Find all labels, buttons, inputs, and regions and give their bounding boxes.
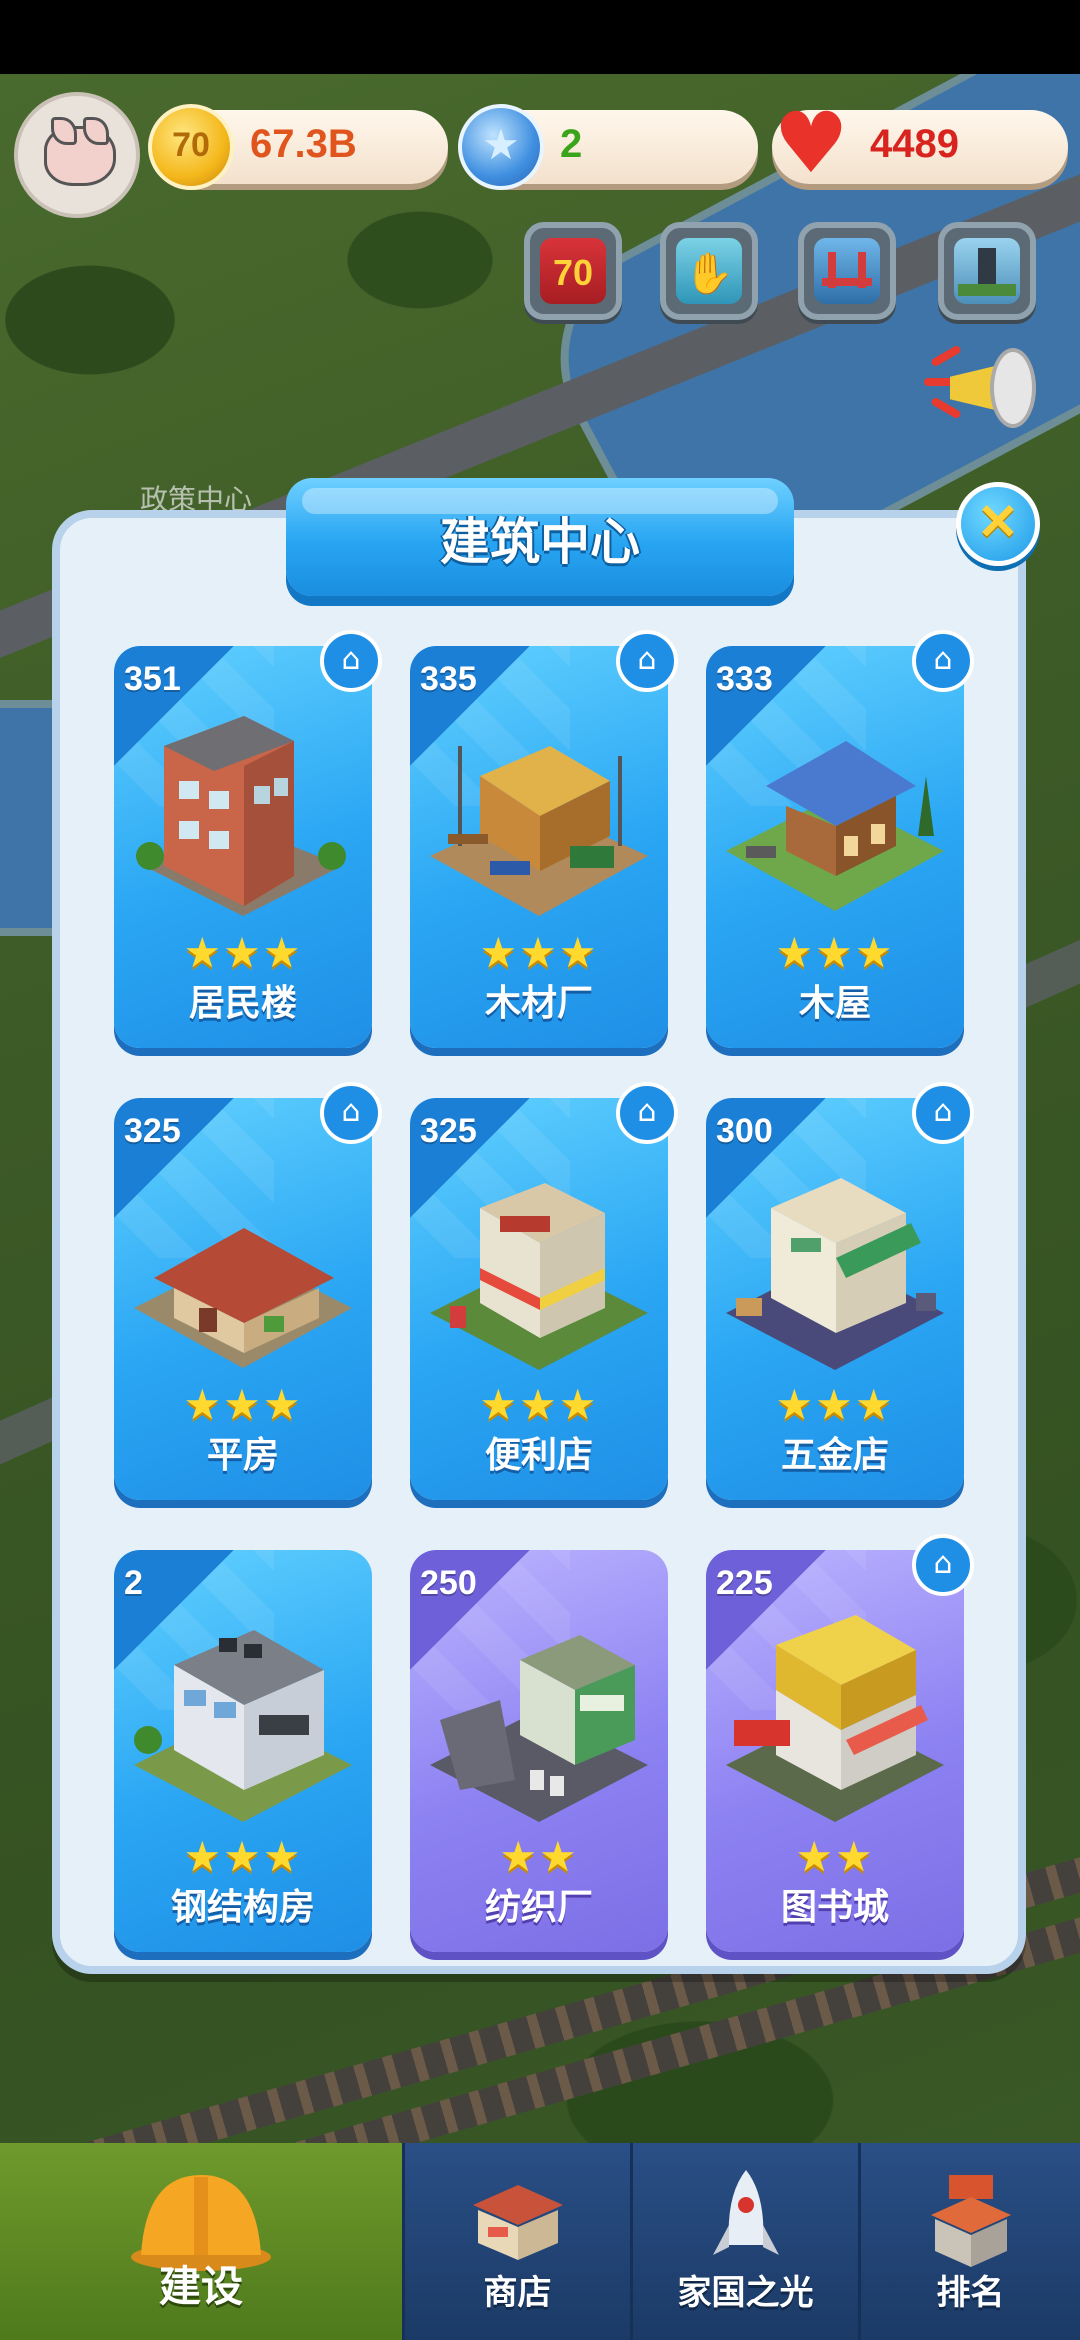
bottom-navigation: 建设 商店 家国之光 排名 [0, 2143, 1080, 2340]
building-card[interactable]: ★★ 图书城 225 ⌂ [706, 1534, 974, 1952]
building-count: 351 [124, 660, 181, 698]
nav-ranking-label: 排名 [936, 2273, 1005, 2313]
building-card[interactable]: ★★★ 木屋 333 ⌂ [706, 630, 974, 1048]
player-avatar[interactable] [14, 92, 140, 218]
building-name: 五金店 [780, 1435, 889, 1476]
building-card[interactable]: ★★ 纺织厂 250 [410, 1550, 668, 1952]
rocket-icon [712, 2170, 779, 2255]
building-card[interactable]: ★★★ 木材厂 335 ⌂ [410, 630, 678, 1048]
star-gem-icon: ★ [458, 104, 544, 190]
building-count: 2 [124, 1564, 143, 1602]
home-badge[interactable]: ⌂ [912, 1082, 974, 1144]
house-icon: ⌂ [341, 1094, 361, 1129]
star-rating: ★★★ [183, 1832, 303, 1881]
building-count: 333 [716, 660, 773, 698]
building-name: 图书城 [780, 1887, 889, 1928]
heart-counter[interactable]: ♥ 4489 [772, 98, 1068, 188]
textile-factory-icon [430, 1635, 648, 1822]
panel-title: 建筑中心 [440, 513, 640, 571]
residential-building-icon [136, 716, 346, 916]
building-card[interactable]: ★★★ 居民楼 351 ⌂ [114, 630, 382, 1048]
heart-value: 4489 [870, 122, 959, 166]
bungalow-icon [134, 1228, 352, 1368]
house-icon: ⌂ [933, 1546, 953, 1581]
building-card[interactable]: ★★★ 平房 325 ⌂ [114, 1082, 382, 1500]
nav-ranking[interactable]: 排名 [858, 2143, 1080, 2340]
coin-icon: 70 [148, 104, 234, 190]
building-name: 平房 [206, 1435, 279, 1476]
house-icon: ⌂ [933, 642, 953, 677]
megaphone-icon[interactable] [924, 330, 1040, 440]
gem-value: 2 [560, 122, 583, 166]
star-rating: ★★ [499, 1832, 579, 1881]
star-rating: ★★★ [479, 1380, 599, 1429]
lighthouse-icon[interactable] [938, 222, 1036, 320]
building-count: 325 [124, 1112, 181, 1150]
panel-title-banner: 建筑中心 [286, 478, 794, 596]
status-bar [0, 0, 1080, 74]
bridge-icon[interactable] [798, 222, 896, 320]
building-card[interactable]: ★★★ 钢结构房 2 [114, 1550, 372, 1952]
building-name: 便利店 [484, 1435, 593, 1476]
handshake-icon[interactable]: ✋ [660, 222, 758, 320]
building-name: 木屋 [798, 983, 871, 1024]
building-card[interactable]: ★★★ 便利店 325 ⌂ [410, 1082, 678, 1500]
house-icon: ⌂ [933, 1094, 953, 1129]
building-count: 325 [420, 1112, 477, 1150]
building-card[interactable]: ★★★ 五金店 300 ⌂ [706, 1082, 974, 1500]
building-name: 居民楼 [188, 983, 297, 1024]
close-icon: ✕ [977, 494, 1019, 550]
building-name: 木材厂 [484, 983, 593, 1024]
lumber-mill-icon [430, 746, 648, 916]
steel-house-icon [134, 1630, 352, 1822]
bookstore-icon [726, 1615, 944, 1822]
nav-shop-label: 商店 [483, 2273, 552, 2313]
hardware-store-icon [726, 1178, 944, 1370]
coin-value: 67.3B [250, 122, 357, 166]
star-rating: ★★★ [183, 928, 303, 977]
shop-icon [472, 2185, 563, 2260]
nav-build[interactable]: 建设 [0, 2143, 402, 2340]
home-badge[interactable]: ⌂ [912, 1534, 974, 1596]
home-badge[interactable]: ⌂ [320, 1082, 382, 1144]
star-rating: ★★★ [775, 1380, 895, 1429]
building-name: 钢结构房 [170, 1887, 315, 1928]
star-rating: ★★★ [183, 1380, 303, 1429]
nav-shop[interactable]: 商店 [402, 2143, 630, 2340]
nav-homeland-light-label: 家国之光 [677, 2273, 814, 2313]
home-badge[interactable]: ⌂ [616, 1082, 678, 1144]
gem-counter[interactable]: ★ 2 [458, 104, 758, 190]
anniversary-70-icon[interactable]: 70 [524, 222, 622, 320]
house-icon: ⌂ [341, 642, 361, 677]
building-name: 纺织厂 [484, 1887, 593, 1928]
house-icon: ⌂ [637, 1094, 657, 1129]
building-count: 250 [420, 1564, 477, 1602]
home-badge[interactable]: ⌂ [320, 630, 382, 692]
home-badge[interactable]: ⌂ [912, 630, 974, 692]
star-rating: ★★★ [479, 928, 599, 977]
house-icon: ⌂ [637, 642, 657, 677]
star-rating: ★★ [795, 1832, 875, 1881]
coin-counter[interactable]: 70 67.3B [148, 104, 448, 190]
ranking-building-icon [930, 2175, 1011, 2267]
building-count: 300 [716, 1112, 773, 1150]
close-button[interactable]: ✕ [956, 482, 1040, 566]
home-badge[interactable]: ⌂ [616, 630, 678, 692]
pig-avatar-icon [44, 117, 116, 186]
nav-build-label: 建设 [158, 2262, 243, 2311]
star-rating: ★★★ [775, 928, 895, 977]
nav-homeland-light[interactable]: 家国之光 [630, 2143, 858, 2340]
wooden-house-icon [726, 741, 944, 911]
convenience-store-icon [430, 1183, 648, 1370]
building-count: 225 [716, 1564, 773, 1602]
heart-icon: ♥ [773, 94, 849, 192]
building-count: 335 [420, 660, 477, 698]
